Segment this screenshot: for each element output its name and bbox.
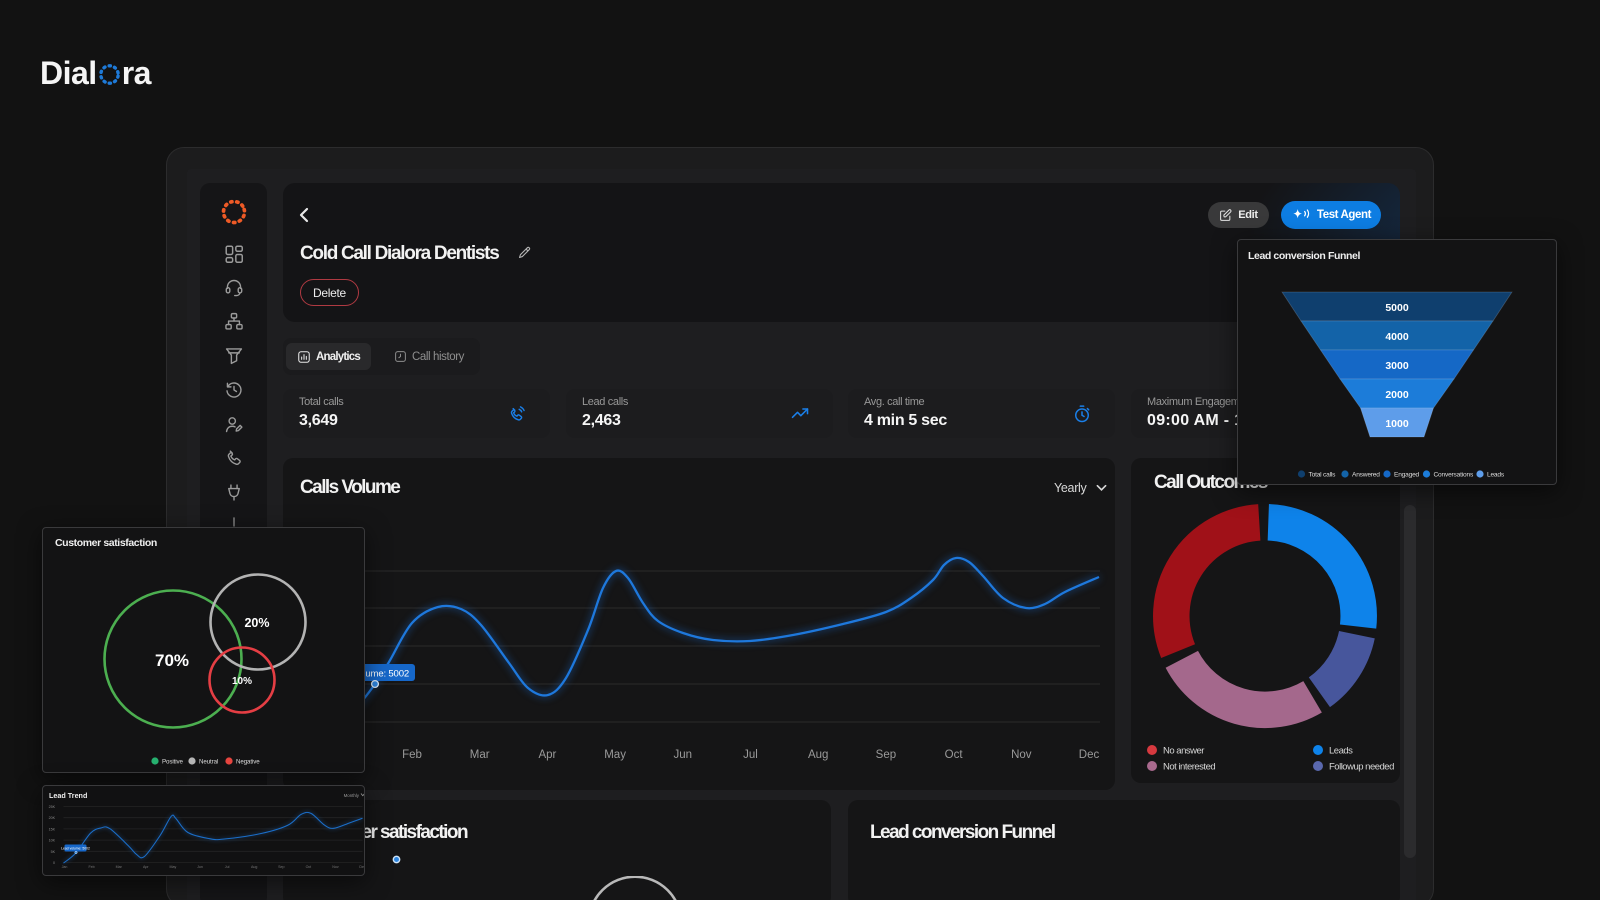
svg-text:Positive: Positive [162, 759, 184, 766]
svg-text:5K: 5K [51, 850, 56, 854]
svg-text:Leads: Leads [1329, 746, 1353, 757]
svg-text:10%: 10% [232, 676, 252, 687]
svg-text:3000: 3000 [1385, 360, 1409, 372]
svg-text:10K: 10K [49, 839, 56, 843]
svg-text:Lead volume: 5002: Lead volume: 5002 [61, 847, 90, 851]
svg-text:1000: 1000 [1385, 418, 1409, 430]
svg-text:Oct: Oct [306, 865, 312, 869]
svg-text:Jun: Jun [197, 865, 203, 869]
svg-text:May: May [604, 749, 626, 761]
svg-text:Dec: Dec [359, 865, 364, 869]
svg-text:Jan: Jan [62, 865, 68, 869]
svg-text:Oct: Oct [945, 749, 964, 761]
svg-text:15K: 15K [49, 827, 56, 831]
svg-text:Leads: Leads [1487, 472, 1505, 479]
svg-text:Nov: Nov [1011, 749, 1032, 761]
svg-text:May: May [170, 865, 177, 869]
svg-text:Aug: Aug [808, 749, 828, 761]
svg-text:Negative: Negative [236, 759, 260, 766]
svg-text:5000: 5000 [1385, 302, 1409, 314]
svg-text:20%: 20% [244, 616, 269, 630]
svg-text:Neutral: Neutral [199, 759, 218, 766]
svg-text:Sep: Sep [278, 865, 284, 869]
svg-text:Jul: Jul [743, 749, 758, 761]
svg-text:Followup needed: Followup needed [1329, 762, 1394, 773]
svg-text:Conversations: Conversations [1434, 472, 1474, 479]
svg-text:Jun: Jun [674, 749, 693, 761]
svg-text:Not interested: Not interested [1163, 762, 1215, 773]
svg-text:0: 0 [53, 861, 55, 865]
svg-text:Monthly: Monthly [344, 793, 360, 798]
svg-text:2000: 2000 [1385, 389, 1409, 401]
svg-text:Answered: Answered [1352, 472, 1380, 479]
svg-text:20K: 20K [49, 816, 56, 820]
svg-text:Total calls: Total calls [1309, 472, 1337, 479]
svg-text:Dec: Dec [1079, 749, 1100, 761]
svg-text:Nov: Nov [332, 865, 339, 869]
svg-text:Lead Trend: Lead Trend [49, 791, 87, 800]
svg-text:Mar: Mar [470, 749, 490, 761]
svg-text:Engaged: Engaged [1394, 472, 1420, 479]
svg-text:Mar: Mar [116, 865, 123, 869]
svg-text:No answer: No answer [1163, 746, 1204, 757]
svg-text:70%: 70% [155, 651, 189, 670]
svg-text:Jul: Jul [225, 865, 230, 869]
svg-text:Aug: Aug [251, 865, 257, 869]
svg-text:Sep: Sep [876, 749, 896, 761]
svg-text:Apr: Apr [538, 749, 556, 761]
svg-text:Apr: Apr [143, 865, 149, 869]
svg-text:Feb: Feb [88, 865, 94, 869]
svg-text:4000: 4000 [1385, 331, 1409, 343]
svg-text:Feb: Feb [402, 749, 422, 761]
svg-text:25K: 25K [49, 805, 56, 809]
